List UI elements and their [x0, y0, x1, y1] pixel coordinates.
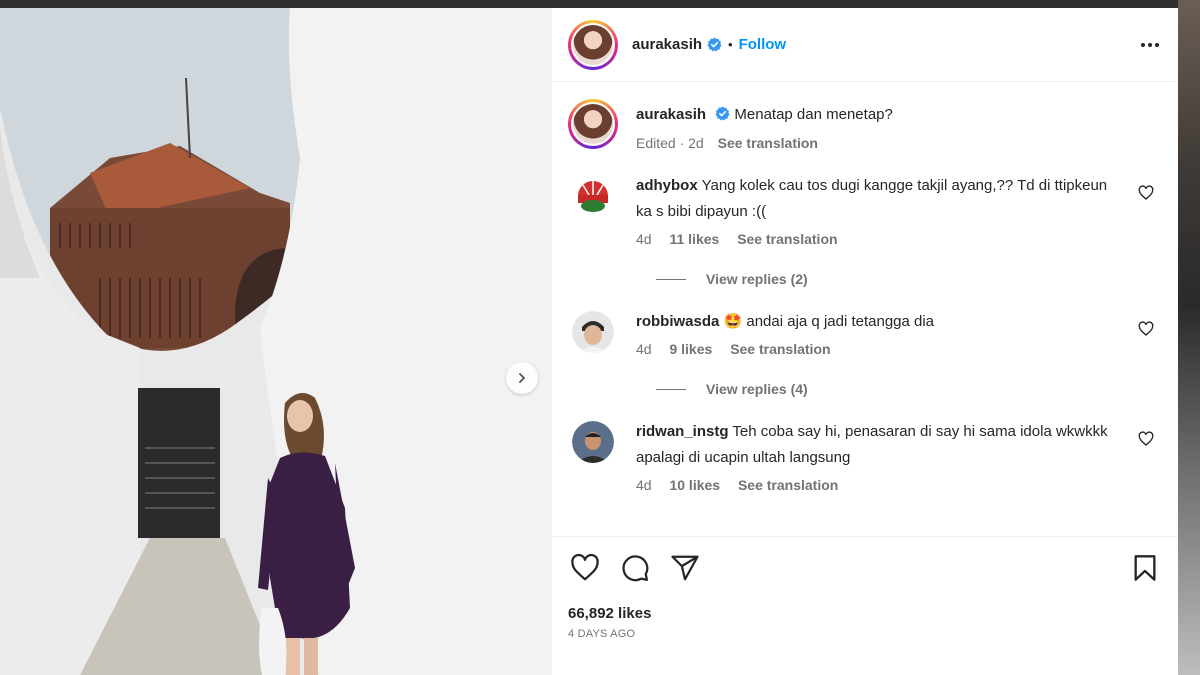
view-replies-button[interactable]: View replies (2) — [656, 271, 1162, 287]
share-icon[interactable] — [668, 551, 702, 585]
comment-likes[interactable]: 11 likes — [669, 231, 719, 247]
comment-username[interactable]: adhybox — [636, 177, 698, 194]
caption: aurakasih Menatap dan menetap? Edited · … — [568, 99, 1162, 151]
follow-button[interactable]: Follow — [739, 36, 787, 53]
post-date: 4 DAYS AGO — [568, 628, 636, 640]
commenter-avatar[interactable] — [572, 175, 614, 217]
comment-text-line: ridwan_instg Teh coba say hi, penasaran … — [636, 419, 1111, 471]
caption-text-line: aurakasih Menatap dan menetap? — [636, 105, 893, 125]
post-header: aurakasih • Follow — [552, 8, 1178, 82]
action-icons-row — [568, 551, 1162, 585]
chevron-right-icon — [519, 373, 525, 383]
post-detail-panel: aurakasih • Follow aurakasih Menatap dan… — [552, 8, 1178, 675]
caption-edited: Edited · 2d — [636, 135, 704, 151]
comment-like-heart-icon[interactable] — [1138, 321, 1154, 337]
replies-line — [656, 278, 686, 280]
comment-see-translation[interactable]: See translation — [738, 477, 838, 493]
comment-text-line: adhybox Yang kolek cau tos dugi kangge t… — [636, 173, 1111, 225]
caption-avatar[interactable] — [568, 99, 618, 149]
view-replies-label: View replies (4) — [706, 381, 808, 397]
comments-section[interactable]: aurakasih Menatap dan menetap? Edited · … — [552, 83, 1178, 536]
comment-username[interactable]: robbiwasda — [636, 313, 719, 330]
view-replies-label: View replies (2) — [706, 271, 808, 287]
comment-text-line: robbiwasda 🤩 andai aja q jadi tetangga d… — [636, 309, 1111, 335]
commenter-avatar[interactable] — [572, 311, 614, 353]
comment-meta: 4d 9 likes See translation — [636, 341, 1111, 357]
comment-meta: 4d 11 likes See translation — [636, 231, 1111, 247]
comment-likes[interactable]: 10 likes — [669, 477, 720, 493]
comment-like-heart-icon[interactable] — [1138, 431, 1154, 447]
comment-icon[interactable] — [618, 551, 652, 585]
caption-text: Menatap dan menetap? — [734, 106, 893, 123]
caption-meta: Edited · 2d See translation — [636, 135, 893, 151]
comment-item: adhybox Yang kolek cau tos dugi kangge t… — [568, 173, 1162, 247]
comment-username[interactable]: ridwan_instg — [636, 423, 729, 440]
next-photo-button[interactable] — [506, 362, 538, 394]
author-username[interactable]: aurakasih — [632, 36, 702, 53]
post-photo[interactable] — [0, 8, 552, 675]
commenter-avatar[interactable] — [572, 421, 614, 463]
comment-text: 🤩 andai aja q jadi tetangga dia — [723, 313, 935, 330]
backdrop-top-strip — [0, 0, 1200, 8]
author-avatar[interactable] — [568, 19, 618, 70]
post-actions: 66,892 likes 4 DAYS AGO — [552, 536, 1178, 640]
comment-text: Yang kolek cau tos dugi kangge takjil ay… — [636, 177, 1108, 220]
comment-age[interactable]: 4d — [636, 341, 652, 357]
separator-dot: • — [728, 37, 733, 52]
post-photo-illustration — [0, 8, 552, 675]
comment-age[interactable]: 4d — [636, 231, 652, 247]
comment-likes[interactable]: 9 likes — [669, 341, 712, 357]
comment-meta: 4d 10 likes See translation — [636, 477, 1111, 493]
caption-see-translation[interactable]: See translation — [718, 135, 818, 151]
comment-item: robbiwasda 🤩 andai aja q jadi tetangga d… — [568, 309, 1162, 357]
verified-badge-icon — [707, 37, 722, 52]
backdrop-right-strip — [1178, 0, 1200, 675]
heart-icon[interactable] — [568, 551, 602, 585]
comment-see-translation[interactable]: See translation — [737, 231, 837, 247]
comment-see-translation[interactable]: See translation — [730, 341, 830, 357]
comment-item: ridwan_instg Teh coba say hi, penasaran … — [568, 419, 1162, 493]
view-replies-button[interactable]: View replies (4) — [656, 381, 1162, 397]
replies-line — [656, 388, 686, 390]
more-options-icon[interactable] — [1138, 33, 1162, 57]
likes-count[interactable]: 66,892 likes — [568, 605, 1162, 622]
caption-username[interactable]: aurakasih — [636, 106, 706, 123]
bookmark-icon[interactable] — [1128, 551, 1162, 585]
comment-like-heart-icon[interactable] — [1138, 185, 1154, 201]
comment-age[interactable]: 4d — [636, 477, 652, 493]
verified-badge-icon — [715, 106, 730, 121]
